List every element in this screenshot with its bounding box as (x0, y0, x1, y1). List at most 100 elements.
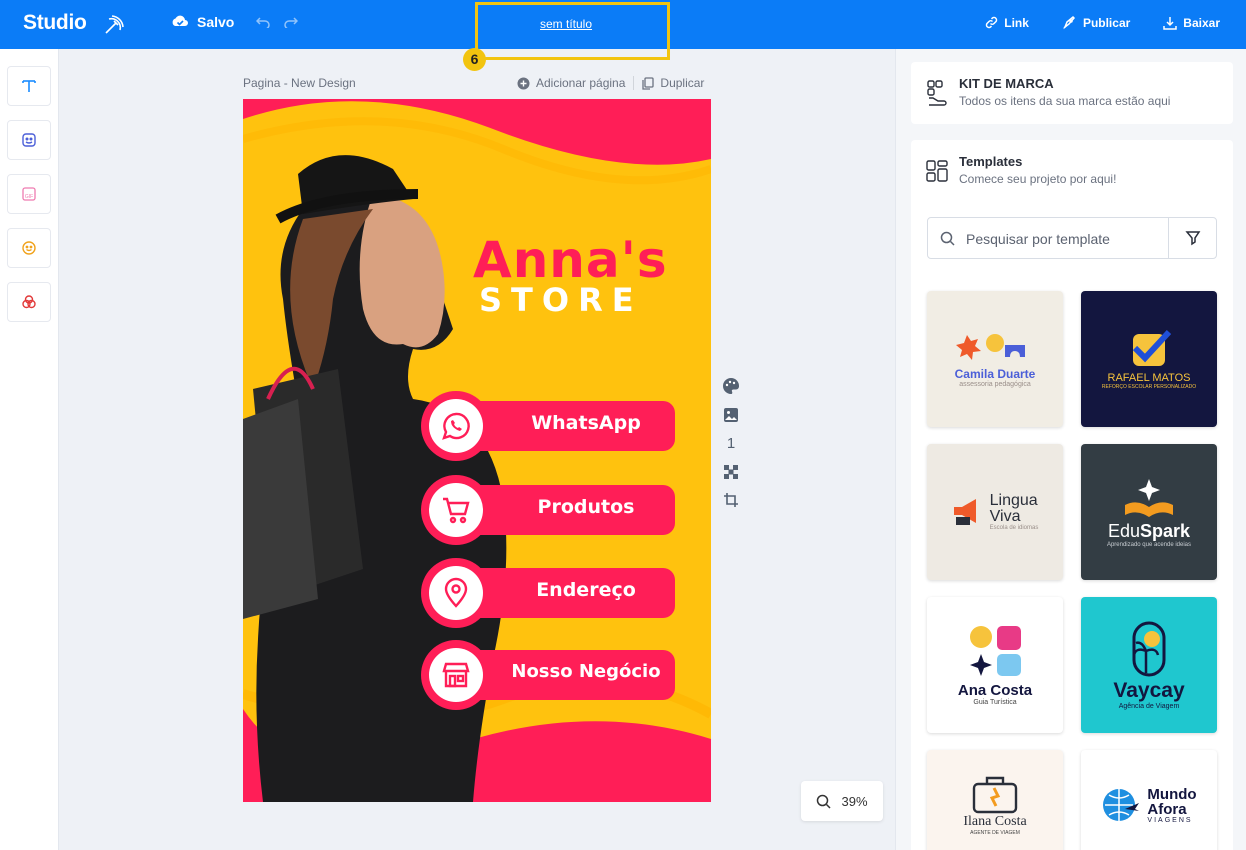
svg-text:GIF: GIF (25, 194, 33, 200)
template-tagline: REFORÇO ESCOLAR PERSONALIZADO (1101, 384, 1197, 390)
brand-kit-title: KIT DE MARCA (959, 76, 1054, 91)
template-tagline: Aprendizado que acende ideias (1106, 541, 1192, 548)
page-label: Pagina - New Design (243, 76, 356, 90)
brand-wand-icon (105, 15, 124, 34)
template-name-2: Viva (989, 508, 1021, 525)
template-name: RAFAEL MATOS (1107, 372, 1191, 384)
grid-dots-icon[interactable] (723, 464, 739, 480)
template-rafael-matos[interactable]: RAFAEL MATOS REFORÇO ESCOLAR PERSONALIZA… (1081, 291, 1217, 427)
templates-icon (926, 160, 948, 182)
filter-icon (1184, 231, 1200, 246)
publish-label: Publicar (1082, 15, 1131, 30)
whatsapp-pill[interactable]: WhatsApp (421, 391, 675, 461)
add-page-button[interactable]: Adicionar página (517, 76, 625, 90)
shapes-tool-button[interactable] (7, 282, 51, 322)
template-vaycay[interactable]: Vaycay Agência de Viagem (1081, 597, 1217, 733)
left-toolbar: GIF (0, 49, 59, 850)
gif-tool-button[interactable]: GIF (7, 174, 51, 214)
save-status[interactable]: Salvo (171, 14, 234, 30)
endereco-label: Endereço (536, 579, 636, 601)
brand-kit-subtitle: Todos os itens da sua marca estão aqui (959, 94, 1171, 108)
palm-tree-window-icon (1132, 621, 1166, 676)
elements-tool-button[interactable] (7, 120, 51, 160)
brand-logo[interactable]: Studio (23, 11, 87, 35)
top-actions: Link Publicar Baixar (985, 15, 1220, 30)
nosso-negocio-label: Nosso Negócio (511, 661, 661, 682)
undo-redo-group (256, 16, 298, 28)
produtos-label: Produtos (537, 496, 635, 518)
open-book-star-icon (1125, 478, 1173, 517)
whatsapp-label: WhatsApp (531, 412, 641, 434)
template-name-2: Spark (1140, 520, 1191, 541)
download-button[interactable]: Baixar (1163, 15, 1220, 30)
template-lingua-viva[interactable]: Lingua Viva Escola de idiomas (927, 444, 1063, 580)
undo-icon[interactable] (256, 16, 270, 28)
duplicate-label: Duplicar (660, 76, 705, 90)
whatsapp-icon (442, 412, 470, 440)
page-side-tools: 1 (719, 377, 743, 508)
endereco-pill[interactable]: Endereço (421, 558, 675, 628)
duplicate-button[interactable]: Duplicar (642, 76, 704, 90)
cart-icon (443, 497, 470, 524)
template-search[interactable]: Pesquisar por template (927, 217, 1217, 259)
nosso-negocio-pill[interactable]: Nosso Negócio (421, 640, 675, 710)
page-actions: Adicionar página Duplicar (517, 76, 704, 90)
template-ilana-costa[interactable]: Ilana Costa AGENTE DE VIAGEM (927, 750, 1063, 850)
templates-card: Templates Comece seu projeto por aqui! P… (911, 140, 1233, 850)
emoji-tool-button[interactable] (7, 228, 51, 268)
publish-button[interactable]: Publicar (1062, 15, 1130, 30)
megaphone-icon (953, 499, 976, 525)
location-pin-icon (444, 577, 468, 608)
brand-kit-icon (927, 80, 947, 106)
template-tagline: Guia Turística (973, 699, 1017, 706)
cloud-check-icon (172, 15, 188, 26)
zoom-icon (817, 794, 832, 809)
page-number: 1 (726, 435, 736, 452)
template-name: Lingua (989, 492, 1038, 509)
palette-icon[interactable] (722, 377, 740, 395)
globe-plane-icon (1103, 789, 1140, 821)
produtos-pill[interactable]: Produtos (421, 475, 675, 545)
template-camila-duarte[interactable]: Camila Duarte assessoria pedagógica (927, 291, 1063, 427)
plus-circle-icon (517, 77, 530, 89)
template-name: Vaycay (1113, 678, 1185, 702)
store-subtitle[interactable]: STORE (479, 281, 643, 319)
suitcase-icon (972, 776, 1018, 814)
text-tool-button[interactable] (7, 66, 51, 106)
design-page[interactable]: Anna's STORE WhatsApp Produtos Endereço … (243, 99, 711, 802)
search-input[interactable]: Pesquisar por template (966, 231, 1110, 247)
divider (633, 76, 635, 90)
templates-subtitle: Comece seu projeto por aqui! (959, 172, 1117, 186)
crop-icon[interactable] (723, 492, 739, 508)
sticker-icon (22, 133, 36, 147)
right-panel: KIT DE MARCA Todos os itens da sua marca… (895, 49, 1246, 850)
storefront-icon (442, 662, 470, 688)
link-label: Link (1004, 15, 1029, 30)
brand-kit-card[interactable]: KIT DE MARCA Todos os itens da sua marca… (911, 62, 1233, 124)
redo-icon[interactable] (284, 16, 298, 28)
link-button[interactable]: Link (985, 15, 1029, 30)
template-ana-costa[interactable]: Ana Costa Guia Turística (927, 597, 1063, 733)
template-name: Camila Duarte (954, 366, 1036, 381)
template-tagline: AGENTE DE VIAGEM (970, 830, 1020, 836)
template-name-2: Afora (1147, 800, 1187, 818)
template-name: Ilana Costa (963, 814, 1027, 829)
text-icon (22, 80, 36, 92)
template-tagline: VIAGENS (1147, 816, 1193, 824)
template-mundo-afora[interactable]: Mundo Afora VIAGENS (1081, 750, 1217, 850)
image-icon[interactable] (723, 407, 739, 423)
circles-icon (22, 295, 36, 309)
template-eduspark[interactable]: Edu Spark Aprendizado que acende ideias (1081, 444, 1217, 580)
filter-button[interactable] (1168, 218, 1216, 258)
add-page-label: Adicionar página (536, 76, 626, 90)
template-tagline: Escola de idiomas (989, 525, 1039, 531)
template-name: Ana Costa (957, 682, 1033, 699)
saved-label: Salvo (197, 14, 235, 30)
travel-mosaic-icon (970, 626, 1021, 676)
camila-logo-art (956, 333, 1025, 360)
template-tagline: Agência de Viagem (1118, 702, 1180, 710)
copy-icon (642, 76, 655, 90)
template-name: Edu (1107, 520, 1140, 541)
zoom-control[interactable]: 39% (801, 781, 883, 821)
canvas-area: Pagina - New Design Adicionar página Dup… (59, 49, 895, 850)
